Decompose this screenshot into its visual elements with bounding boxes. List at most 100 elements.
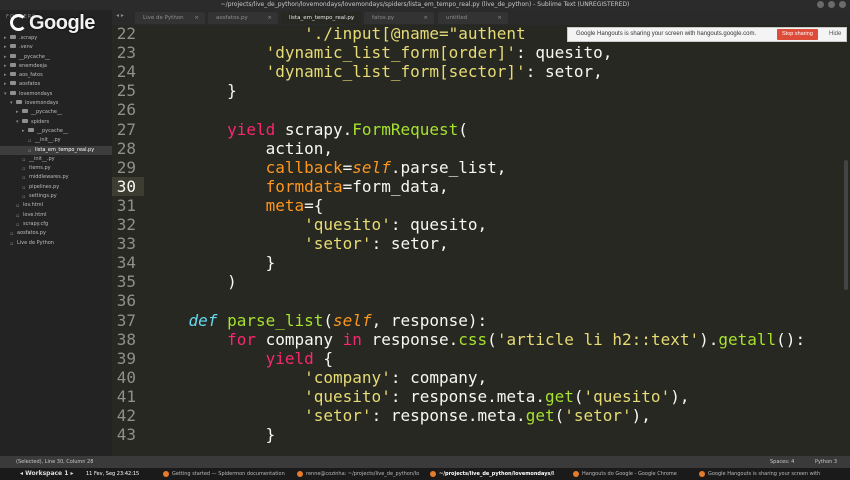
code-line[interactable]: ) [150, 272, 237, 291]
sidebar-file[interactable]: ▫ pipelines.py [0, 183, 112, 192]
code-line[interactable]: meta={ [150, 196, 324, 215]
notification-message: Google Hangouts is sharing your screen w… [576, 31, 757, 37]
taskbar-task[interactable]: ~/projects/live_de_python/lovemondays/l [427, 469, 567, 479]
code-line[interactable]: 'company': company, [150, 368, 487, 387]
editor-tab[interactable]: untitled × [438, 12, 508, 24]
close-tab-icon[interactable]: × [267, 12, 272, 24]
sidebar-folder[interactable]: ▸ __pycache__ [0, 108, 112, 117]
sidebar-folder[interactable]: ▸ __pycache__ [0, 127, 112, 136]
taskbar-task[interactable]: Google Hangouts is sharing your screen w… [696, 469, 826, 479]
close-tab-icon[interactable]: × [423, 12, 428, 24]
sidebar-folder[interactable]: ▸ .scrapy [0, 34, 112, 43]
folder-icon [10, 44, 16, 49]
sidebar-file[interactable]: ▫ middlewares.py [0, 173, 112, 182]
taskbar-task[interactable]: Getting started — Spidermon documentatio… [160, 469, 290, 479]
sidebar-file[interactable]: ▫ scrapy.cfg [0, 220, 112, 229]
tab-nav-arrows[interactable]: ◂ ▸ [116, 12, 124, 19]
code-line[interactable]: yield scrapy.FormRequest( [150, 120, 468, 139]
hide-button[interactable]: Hide [829, 28, 841, 41]
folder-tree: ▸ .scrapy ▸ .venv ▸ __pycache__ ▸ enemdeeja ▸ aos… [0, 34, 112, 248]
sidebar-folder[interactable]: ▾ lovemondays [0, 99, 112, 108]
sidebar-item-label: .scrapy [19, 35, 38, 41]
editor-tab[interactable]: Live de Python × [135, 12, 205, 24]
file-icon: ▫ [16, 221, 20, 228]
status-indentation[interactable]: Spaces: 4 [770, 456, 794, 468]
workspace-switcher[interactable]: ◂ Workspace 1 ▸ [20, 468, 73, 480]
code-line[interactable]: for company in response.css('article li … [150, 330, 805, 349]
code-line[interactable]: 'setor': setor, [150, 234, 449, 253]
editor-tab[interactable]: lista_em_tempo_real.py × [281, 12, 361, 24]
sidebar-folder[interactable]: ▾ lovemondays [0, 90, 112, 99]
line-number: 28 [116, 138, 136, 158]
sidebar-item-label: settings.py [29, 193, 57, 200]
sidebar-item-label: __init__.py [29, 155, 55, 162]
file-icon: ▫ [28, 147, 32, 154]
sidebar-item-label: lovemondays [25, 100, 59, 107]
code-line[interactable]: } [150, 253, 276, 272]
sidebar-file[interactable]: ▫ items.py [0, 164, 112, 173]
app-icon [430, 471, 436, 477]
line-number: 35 [116, 272, 136, 292]
code-line[interactable]: 'dynamic_list_form[sector]': setor, [150, 62, 603, 81]
sidebar-item-label: __pycache__ [37, 127, 68, 134]
sidebar-file[interactable]: ▫ love.html [0, 211, 112, 220]
code-line[interactable]: } [150, 425, 276, 444]
status-syntax[interactable]: Python 3 [815, 456, 837, 468]
folder-icon [10, 62, 16, 67]
line-number: 40 [116, 367, 136, 387]
close-tab-icon[interactable]: × [194, 12, 199, 24]
sidebar-folder[interactable]: ▸ enemdeeja [0, 62, 112, 71]
sidebar-item-label: aosfatos [19, 81, 41, 88]
sidebar-item-label: __pycache__ [31, 109, 62, 116]
tab-label: aosfatos.py [216, 15, 248, 21]
taskbar-clock: 11 Fev, Seg 23:42:15 [86, 471, 140, 477]
code-line[interactable]: yield { [150, 349, 333, 368]
code-line[interactable]: action, [150, 139, 333, 158]
code-line[interactable]: } [150, 81, 237, 100]
sidebar-file[interactable]: ▫ settings.py [0, 192, 112, 201]
task-label: Hangouts do Google - Google Chrome [582, 471, 677, 477]
window-titlebar: ~/projects/live_de_python/lovemondays/lo… [0, 0, 850, 10]
stop-sharing-button[interactable]: Stop sharing [777, 29, 818, 40]
sidebar-folder[interactable]: ▾ spiders [0, 118, 112, 127]
sidebar-file[interactable]: ▫ __init__.py [0, 136, 112, 145]
editor-tab[interactable]: aosfatos.py × [208, 12, 278, 24]
status-position: (Selected), Line 30, Column 28 [16, 459, 94, 465]
close-tab-icon[interactable]: × [497, 12, 502, 24]
sidebar-item-label: __init__.py [35, 137, 61, 144]
maximize-button[interactable] [828, 1, 835, 8]
taskbar-task[interactable]: Hangouts do Google - Google Chrome [570, 469, 692, 479]
code-line[interactable]: callback=self.parse_list, [150, 158, 507, 177]
sidebar-item-label: aosfatos.py [17, 230, 46, 237]
code-line[interactable]: def parse_list(self, response): [150, 311, 488, 330]
line-number: 36 [116, 291, 136, 311]
code-line[interactable]: 'dynamic_list_form[order]': quesito, [150, 43, 613, 62]
sidebar-folder[interactable]: ▸ aos_fatos [0, 71, 112, 80]
code-line[interactable]: 'quesito': quesito, [150, 215, 487, 234]
minimize-button[interactable] [817, 1, 824, 8]
sidebar-file[interactable]: ▫ __init__.py [0, 155, 112, 164]
close-button[interactable] [839, 1, 846, 8]
folder-icon [10, 81, 16, 86]
sidebar-file[interactable]: ▫ Live de Python [0, 239, 112, 248]
editor-scrollbar[interactable] [844, 160, 848, 290]
sidebar-file[interactable]: ▫ lov.html [0, 201, 112, 210]
sidebar-folder[interactable]: ▸ __pycache__ [0, 53, 112, 62]
code-line[interactable]: './input[@name="authent [150, 25, 526, 43]
line-number: 22 [116, 25, 136, 43]
code-line[interactable]: 'setor': response.meta.get('setor'), [150, 406, 651, 425]
sidebar-folder[interactable]: ▸ aosfatos [0, 80, 112, 89]
sidebar-file[interactable]: ▫ lista_em_tempo_real.py [0, 145, 112, 155]
file-icon: ▫ [22, 156, 26, 163]
sidebar-item-label: lov.html [23, 202, 43, 209]
taskbar: ◂ Workspace 1 ▸ 11 Fev, Seg 23:42:15 Get… [0, 468, 850, 480]
line-number: 34 [116, 253, 136, 273]
close-tab-icon[interactable]: × [350, 12, 355, 24]
code-line[interactable]: 'quesito': response.meta.get('quesito'), [150, 387, 689, 406]
editor-tab[interactable]: fatos.py × [364, 12, 434, 24]
code-editor[interactable]: 22 './input[@name="authent 23 'dynamic_li… [112, 25, 850, 456]
code-line[interactable]: formdata=form_data, [150, 177, 449, 196]
sidebar-file[interactable]: ▫ aosfatos.py [0, 229, 112, 238]
sidebar-folder[interactable]: ▸ .venv [0, 43, 112, 52]
taskbar-task[interactable]: renne@cozinha: ~/projects/live_de_python… [294, 469, 424, 479]
